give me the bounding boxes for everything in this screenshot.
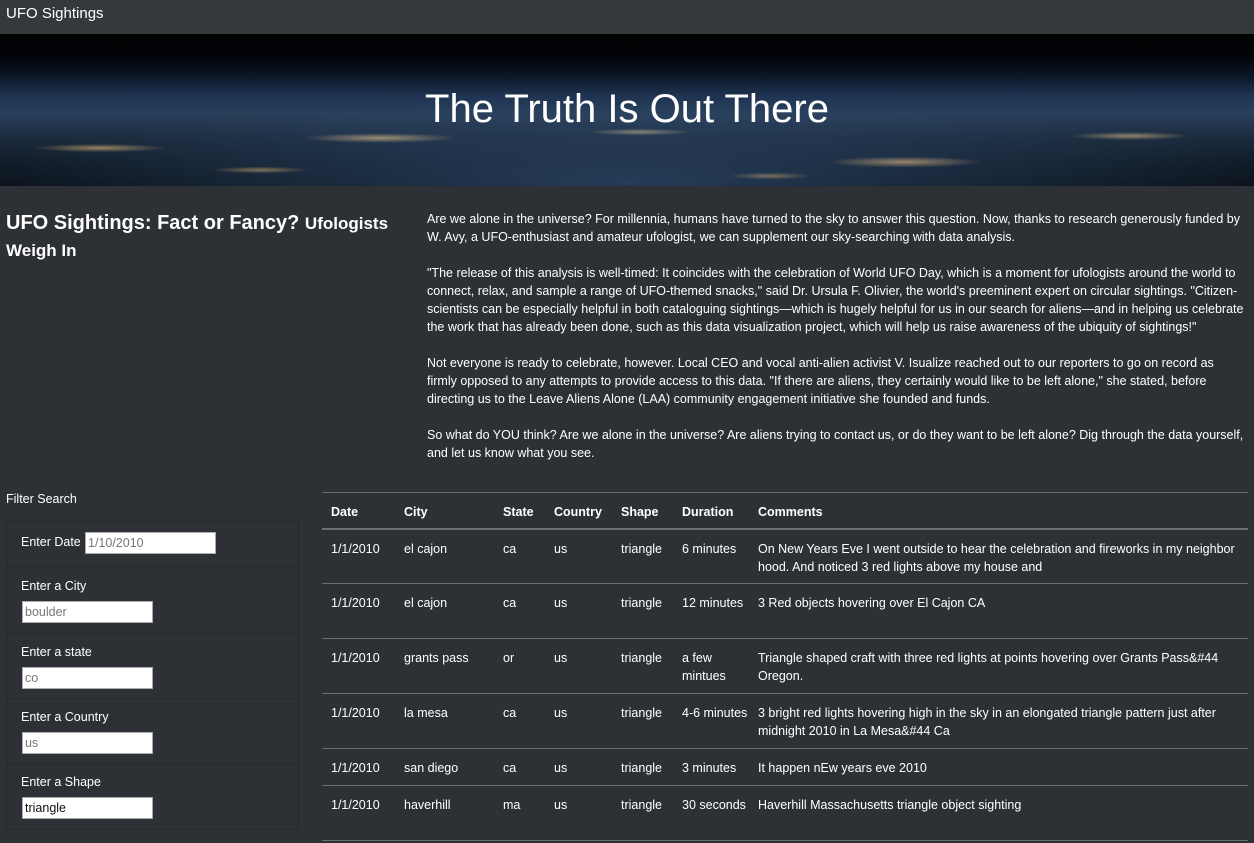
cell-duration: 6 minutes <box>673 528 749 584</box>
table-row: 1/1/2010 la mesa ca us triangle 4-6 minu… <box>322 693 1248 749</box>
column-header-date[interactable]: Date <box>322 492 395 530</box>
cell-date: 1/1/2010 <box>322 748 395 786</box>
article-paragraph: Not everyone is ready to celebrate, howe… <box>427 356 1214 406</box>
brand-link[interactable]: UFO Sightings <box>6 5 104 22</box>
cell-city: la mesa <box>395 693 494 749</box>
country-label: Enter a Country <box>21 710 109 724</box>
cell-date: 1/1/2010 <box>322 693 395 749</box>
column-header-city[interactable]: City <box>395 492 494 530</box>
cell-city: san diego <box>395 748 494 786</box>
cell-comments: It happen nEw years eve 2010 <box>749 748 1248 786</box>
cell-city: grants pass <box>395 638 494 694</box>
article-paragraph: Are we alone in the universe? For millen… <box>427 212 1240 244</box>
cell-city: haverhill <box>395 785 494 841</box>
cell-shape: triangle <box>612 748 673 786</box>
cell-shape: triangle <box>612 785 673 841</box>
date-input[interactable] <box>85 532 216 554</box>
cell-country: us <box>545 583 612 639</box>
state-label: Enter a state <box>21 645 92 659</box>
cell-comments: 3 Red objects hovering over El Cajon CA <box>749 583 1248 639</box>
state-input[interactable] <box>22 667 153 689</box>
cell-duration: 4-6 minutes <box>673 693 749 749</box>
article-heading: UFO Sightings: Fact or Fancy? Ufologists… <box>6 210 396 264</box>
cell-city: el cajon <box>395 583 494 639</box>
cell-comments: 3 bright red lights hovering high in the… <box>749 693 1248 749</box>
table-header-row: Date City State Country Shape Duration C… <box>322 492 1248 530</box>
article-paragraph: So what do YOU think? Are we alone in th… <box>427 428 1244 460</box>
cell-country: us <box>545 748 612 786</box>
cell-date: 1/1/2010 <box>322 785 395 841</box>
cell-duration: 3 minutes <box>673 748 749 786</box>
table-row: 1/1/2010 grants pass or us triangle a fe… <box>322 638 1248 694</box>
filter-state-item: Enter a state <box>7 634 298 699</box>
cell-comments: Triangle shaped craft with three red lig… <box>749 638 1248 694</box>
column-header-duration[interactable]: Duration <box>673 492 749 530</box>
column-header-country[interactable]: Country <box>545 492 612 530</box>
table-row: 1/1/2010 haverhill ma us triangle 30 sec… <box>322 785 1248 841</box>
cell-country: us <box>545 785 612 841</box>
hero-banner: The Truth Is Out There <box>0 34 1254 186</box>
cell-state: ca <box>494 583 545 639</box>
sightings-table: Date City State Country Shape Duration C… <box>322 492 1248 841</box>
cell-shape: triangle <box>612 528 673 584</box>
table-row: 1/1/2010 el cajon ca us triangle 6 minut… <box>322 528 1248 584</box>
filter-panel: Enter Date Enter a City Enter a state En… <box>6 521 299 830</box>
table-row: 1/1/2010 el cajon ca us triangle 12 minu… <box>322 583 1248 639</box>
cell-state: ca <box>494 528 545 584</box>
cell-shape: triangle <box>612 583 673 639</box>
article-paragraph: "The release of this analysis is well-ti… <box>427 266 1244 334</box>
filter-search-title: Filter Search <box>6 492 77 506</box>
cell-duration: 30 seconds <box>673 785 749 841</box>
hero-title: The Truth Is Out There <box>425 87 829 131</box>
filter-shape-item: Enter a Shape <box>7 765 298 829</box>
cell-duration: 12 minutes <box>673 583 749 639</box>
cell-date: 1/1/2010 <box>322 583 395 639</box>
column-header-shape[interactable]: Shape <box>612 492 673 530</box>
filter-date-item: Enter Date <box>7 522 298 567</box>
article-body: Are we alone in the universe? For millen… <box>427 210 1245 480</box>
table-row: 1/1/2010 san diego ca us triangle 3 minu… <box>322 748 1248 786</box>
shape-input[interactable] <box>22 797 153 819</box>
filter-city-item: Enter a City <box>7 567 298 634</box>
country-input[interactable] <box>22 732 153 754</box>
cell-shape: triangle <box>612 693 673 749</box>
column-header-state[interactable]: State <box>494 492 545 530</box>
cell-state: ca <box>494 693 545 749</box>
cell-date: 1/1/2010 <box>322 638 395 694</box>
cell-date: 1/1/2010 <box>322 528 395 584</box>
cell-state: ma <box>494 785 545 841</box>
cell-comments: On New Years Eve I went outside to hear … <box>749 528 1248 584</box>
column-header-comments[interactable]: Comments <box>749 492 1248 530</box>
filter-country-item: Enter a Country <box>7 699 298 765</box>
cell-duration: a few mintues <box>673 638 749 694</box>
sightings-table-wrap: Date City State Country Shape Duration C… <box>322 492 1248 841</box>
cell-state: ca <box>494 748 545 786</box>
cell-state: or <box>494 638 545 694</box>
cell-city: el cajon <box>395 528 494 584</box>
article-heading-main: UFO Sightings: Fact or Fancy? <box>6 212 300 234</box>
date-label: Enter Date <box>21 535 81 549</box>
city-input[interactable] <box>22 601 153 623</box>
cell-comments: Haverhill Massachusetts triangle object … <box>749 785 1248 841</box>
cell-country: us <box>545 693 612 749</box>
shape-label: Enter a Shape <box>21 775 101 789</box>
cell-country: us <box>545 638 612 694</box>
city-label: Enter a City <box>21 579 87 593</box>
cell-country: us <box>545 528 612 584</box>
cell-shape: triangle <box>612 638 673 694</box>
navbar: UFO Sightings <box>0 0 1254 34</box>
